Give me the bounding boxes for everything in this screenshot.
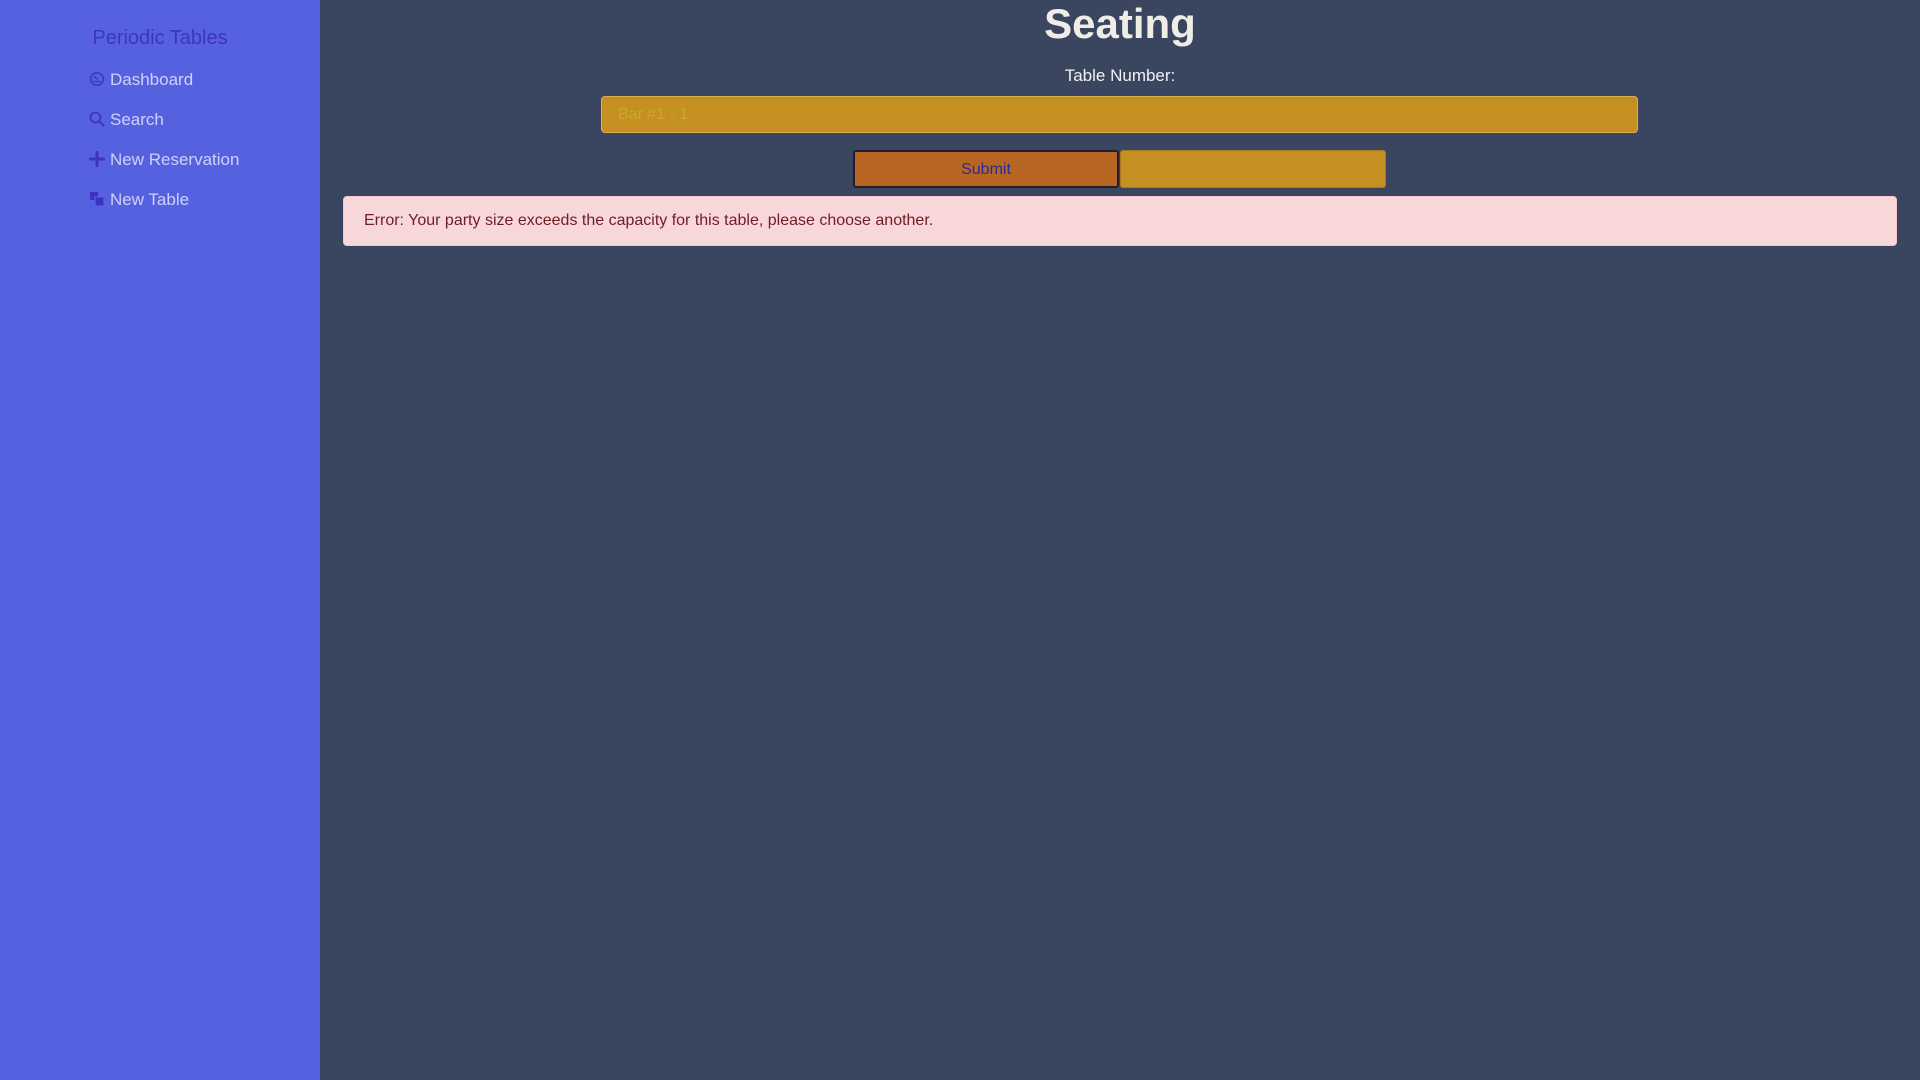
sidebar-item-search[interactable]: Search xyxy=(88,110,164,130)
submit-button[interactable]: Submit xyxy=(853,150,1119,188)
brand-title[interactable]: Periodic Tables xyxy=(0,27,320,50)
sidebar-item-label: New Table xyxy=(110,190,190,209)
cancel-button[interactable]: Cancel xyxy=(1120,150,1386,188)
sidebar-item-new-table[interactable]: New Table xyxy=(88,190,189,210)
sidebar-item-label: Search xyxy=(110,110,164,129)
dashboard-icon xyxy=(88,70,106,88)
search-icon xyxy=(88,110,106,128)
table-number-label: Table Number: xyxy=(1064,66,1176,85)
sidebar-item-new-reservation[interactable]: New Reservation xyxy=(88,150,239,170)
page-title: Seating xyxy=(1044,0,1196,47)
sidebar-item-label: Dashboard xyxy=(110,70,194,89)
table-number-select[interactable]: Bar #1 - 1 xyxy=(601,96,1638,133)
sidebar-item-label: New Reservation xyxy=(110,150,240,169)
layers-icon xyxy=(88,190,106,208)
sidebar: Periodic Tables Dashboard Search New Res… xyxy=(0,0,320,1080)
error-alert: Error: Your party size exceeds the capac… xyxy=(343,196,1897,246)
sidebar-item-dashboard[interactable]: Dashboard xyxy=(88,70,193,90)
plus-icon xyxy=(88,150,106,168)
